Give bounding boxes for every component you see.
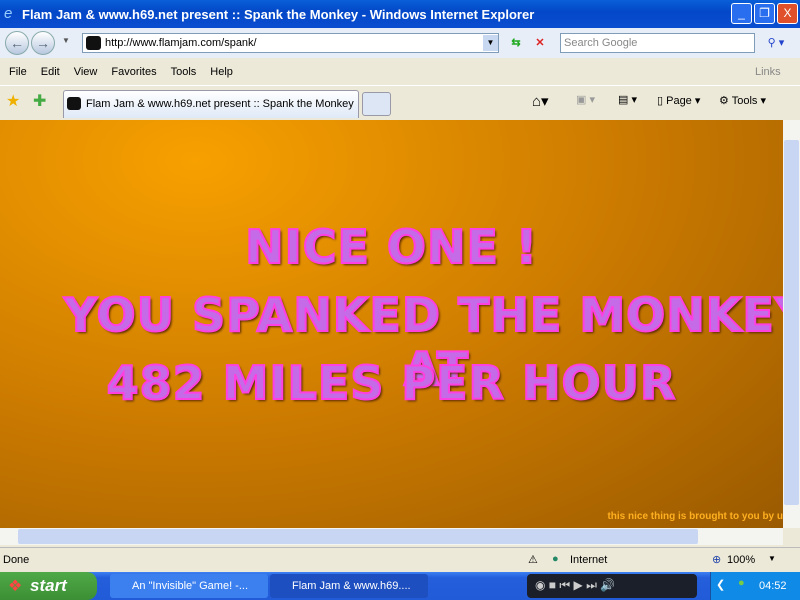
game-content: NICE ONE ! YOU SPANKED THE MONKEY AT 482… [0,120,783,528]
user-icon: ● [738,577,745,589]
globe-icon: ● [552,553,559,565]
ie-icon: e [4,5,13,22]
address-bar[interactable]: http://www.flamjam.com/spank/ [82,33,499,53]
stop-icon[interactable]: ✕ [530,33,550,53]
tab-label: Flam Jam & www.h69.net present :: Spank … [86,98,354,110]
minimize-button[interactable]: _ [731,3,752,24]
maximize-button[interactable]: ❐ [754,3,775,24]
clock: 04:52 [759,580,787,592]
address-dropdown-icon[interactable]: ▼ [483,35,498,51]
result-heading: NICE ONE ! [244,219,538,275]
zoom-dropdown-icon[interactable]: ▼ [768,554,776,563]
tab-favicon [67,97,81,110]
status-bar: Done ⚠ ● Internet ⊕ 100% ▼ [0,547,800,572]
windows-logo-icon: ❖ [8,578,23,595]
zone-text: Internet [570,554,608,566]
favorites-star-icon[interactable]: ★ [6,91,20,111]
menu-tools[interactable]: Tools [171,66,197,78]
back-button[interactable]: ← [5,31,29,55]
url-text: http://www.flamjam.com/spank/ [105,37,257,49]
zoom-icon[interactable]: ⊕ [712,553,721,566]
new-tab-button[interactable] [362,92,391,116]
window-title: Flam Jam & www.h69.net present :: Spank … [22,6,535,22]
menu-view[interactable]: View [74,66,98,78]
refresh-icon[interactable]: ⇆ [506,33,526,53]
horizontal-scrollbar[interactable] [0,528,783,545]
vertical-scrollbar[interactable] [783,120,800,528]
feeds-icon[interactable]: ▣ ▾ [576,93,595,106]
search-icon[interactable]: ⚲ ▾ [759,33,793,53]
menu-edit[interactable]: Edit [41,66,60,78]
menu-favorites[interactable]: Favorites [111,66,156,78]
security-warning-icon: ⚠ [528,554,538,566]
media-controls-icon[interactable]: ◉ ■ ⏮ ▶ ⏭ 🔊 [535,578,615,593]
home-icon[interactable]: ⌂▾ [532,92,549,110]
taskbar-item[interactable]: Flam Jam & www.h69.... [270,574,428,598]
page-label: Page [666,95,692,107]
result-speed: 482 MILES PER HOUR [106,355,677,411]
search-input[interactable]: Search Google [560,33,755,53]
site-favicon [86,36,101,50]
horizontal-scroll-thumb[interactable] [18,529,698,544]
credit-text: this nice thing is brought to you by u [607,511,783,522]
tab-active[interactable]: Flam Jam & www.h69.net present :: Spank … [63,90,359,118]
menu-help[interactable]: Help [210,66,233,78]
links-button[interactable]: Links [755,66,781,78]
tools-menu[interactable]: ⚙ Tools ▾ [719,94,766,107]
history-dropdown-icon[interactable]: ▼ [62,36,70,45]
zoom-level[interactable]: 100% [727,554,755,566]
vertical-scroll-thumb[interactable] [784,140,799,505]
taskbar-item[interactable]: An "Invisible" Game! -... [110,574,268,598]
page-menu[interactable]: ▯ Page ▾ [657,94,700,107]
title-bar: Flam Jam & www.h69.net present :: Spank … [0,0,800,28]
tray-expand-icon[interactable]: ❮ [716,578,725,591]
status-text: Done [3,554,30,566]
menu-bar: File Edit View Favorites Tools Help [0,60,800,84]
print-icon[interactable]: ▤ ▾ [618,93,637,106]
close-button[interactable]: X [777,3,798,24]
tools-label: Tools [731,95,758,107]
media-player-toolbar[interactable]: ◉ ■ ⏮ ▶ ⏭ 🔊 [527,574,697,598]
forward-button[interactable]: → [31,31,55,55]
menu-file[interactable]: File [9,66,27,78]
add-favorite-icon[interactable]: ✚ [33,91,46,111]
